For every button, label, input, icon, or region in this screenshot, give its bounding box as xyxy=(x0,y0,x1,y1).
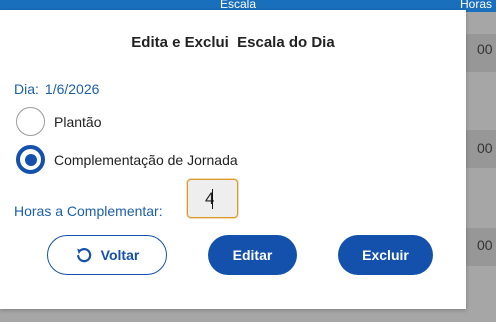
edit-button[interactable]: Editar xyxy=(208,235,297,275)
back-button-label: Voltar xyxy=(100,247,140,263)
delete-button-label: Excluir xyxy=(362,247,409,263)
table-cell-fragment: 00 xyxy=(477,237,493,253)
option-plantao-label: Plantão xyxy=(54,113,102,130)
option-complementacao[interactable]: Complementação de Jornada xyxy=(16,145,238,174)
date-label: Dia: xyxy=(14,81,39,97)
radio-plantao[interactable] xyxy=(16,107,45,136)
delete-button[interactable]: Excluir xyxy=(338,235,433,275)
table-cell-fragment: 00 xyxy=(477,140,493,156)
radio-complementacao[interactable] xyxy=(16,145,45,174)
radio-selected-dot xyxy=(24,153,37,166)
back-button[interactable]: Voltar xyxy=(47,235,167,275)
dialog-title: Edita e Exclui Escala do Dia xyxy=(131,34,335,51)
option-plantao[interactable]: Plantão xyxy=(16,107,101,136)
text-caret xyxy=(212,189,213,209)
date-line: Dia: 1/6/2026 xyxy=(14,81,99,97)
hours-label: Horas a Complementar: xyxy=(14,203,163,219)
undo-arrow-icon xyxy=(75,246,93,264)
edit-button-label: Editar xyxy=(232,247,273,263)
option-complementacao-label: Complementação de Jornada xyxy=(54,151,238,168)
table-cell-fragment: 00 xyxy=(477,41,493,57)
date-value: 1/6/2026 xyxy=(44,81,100,97)
